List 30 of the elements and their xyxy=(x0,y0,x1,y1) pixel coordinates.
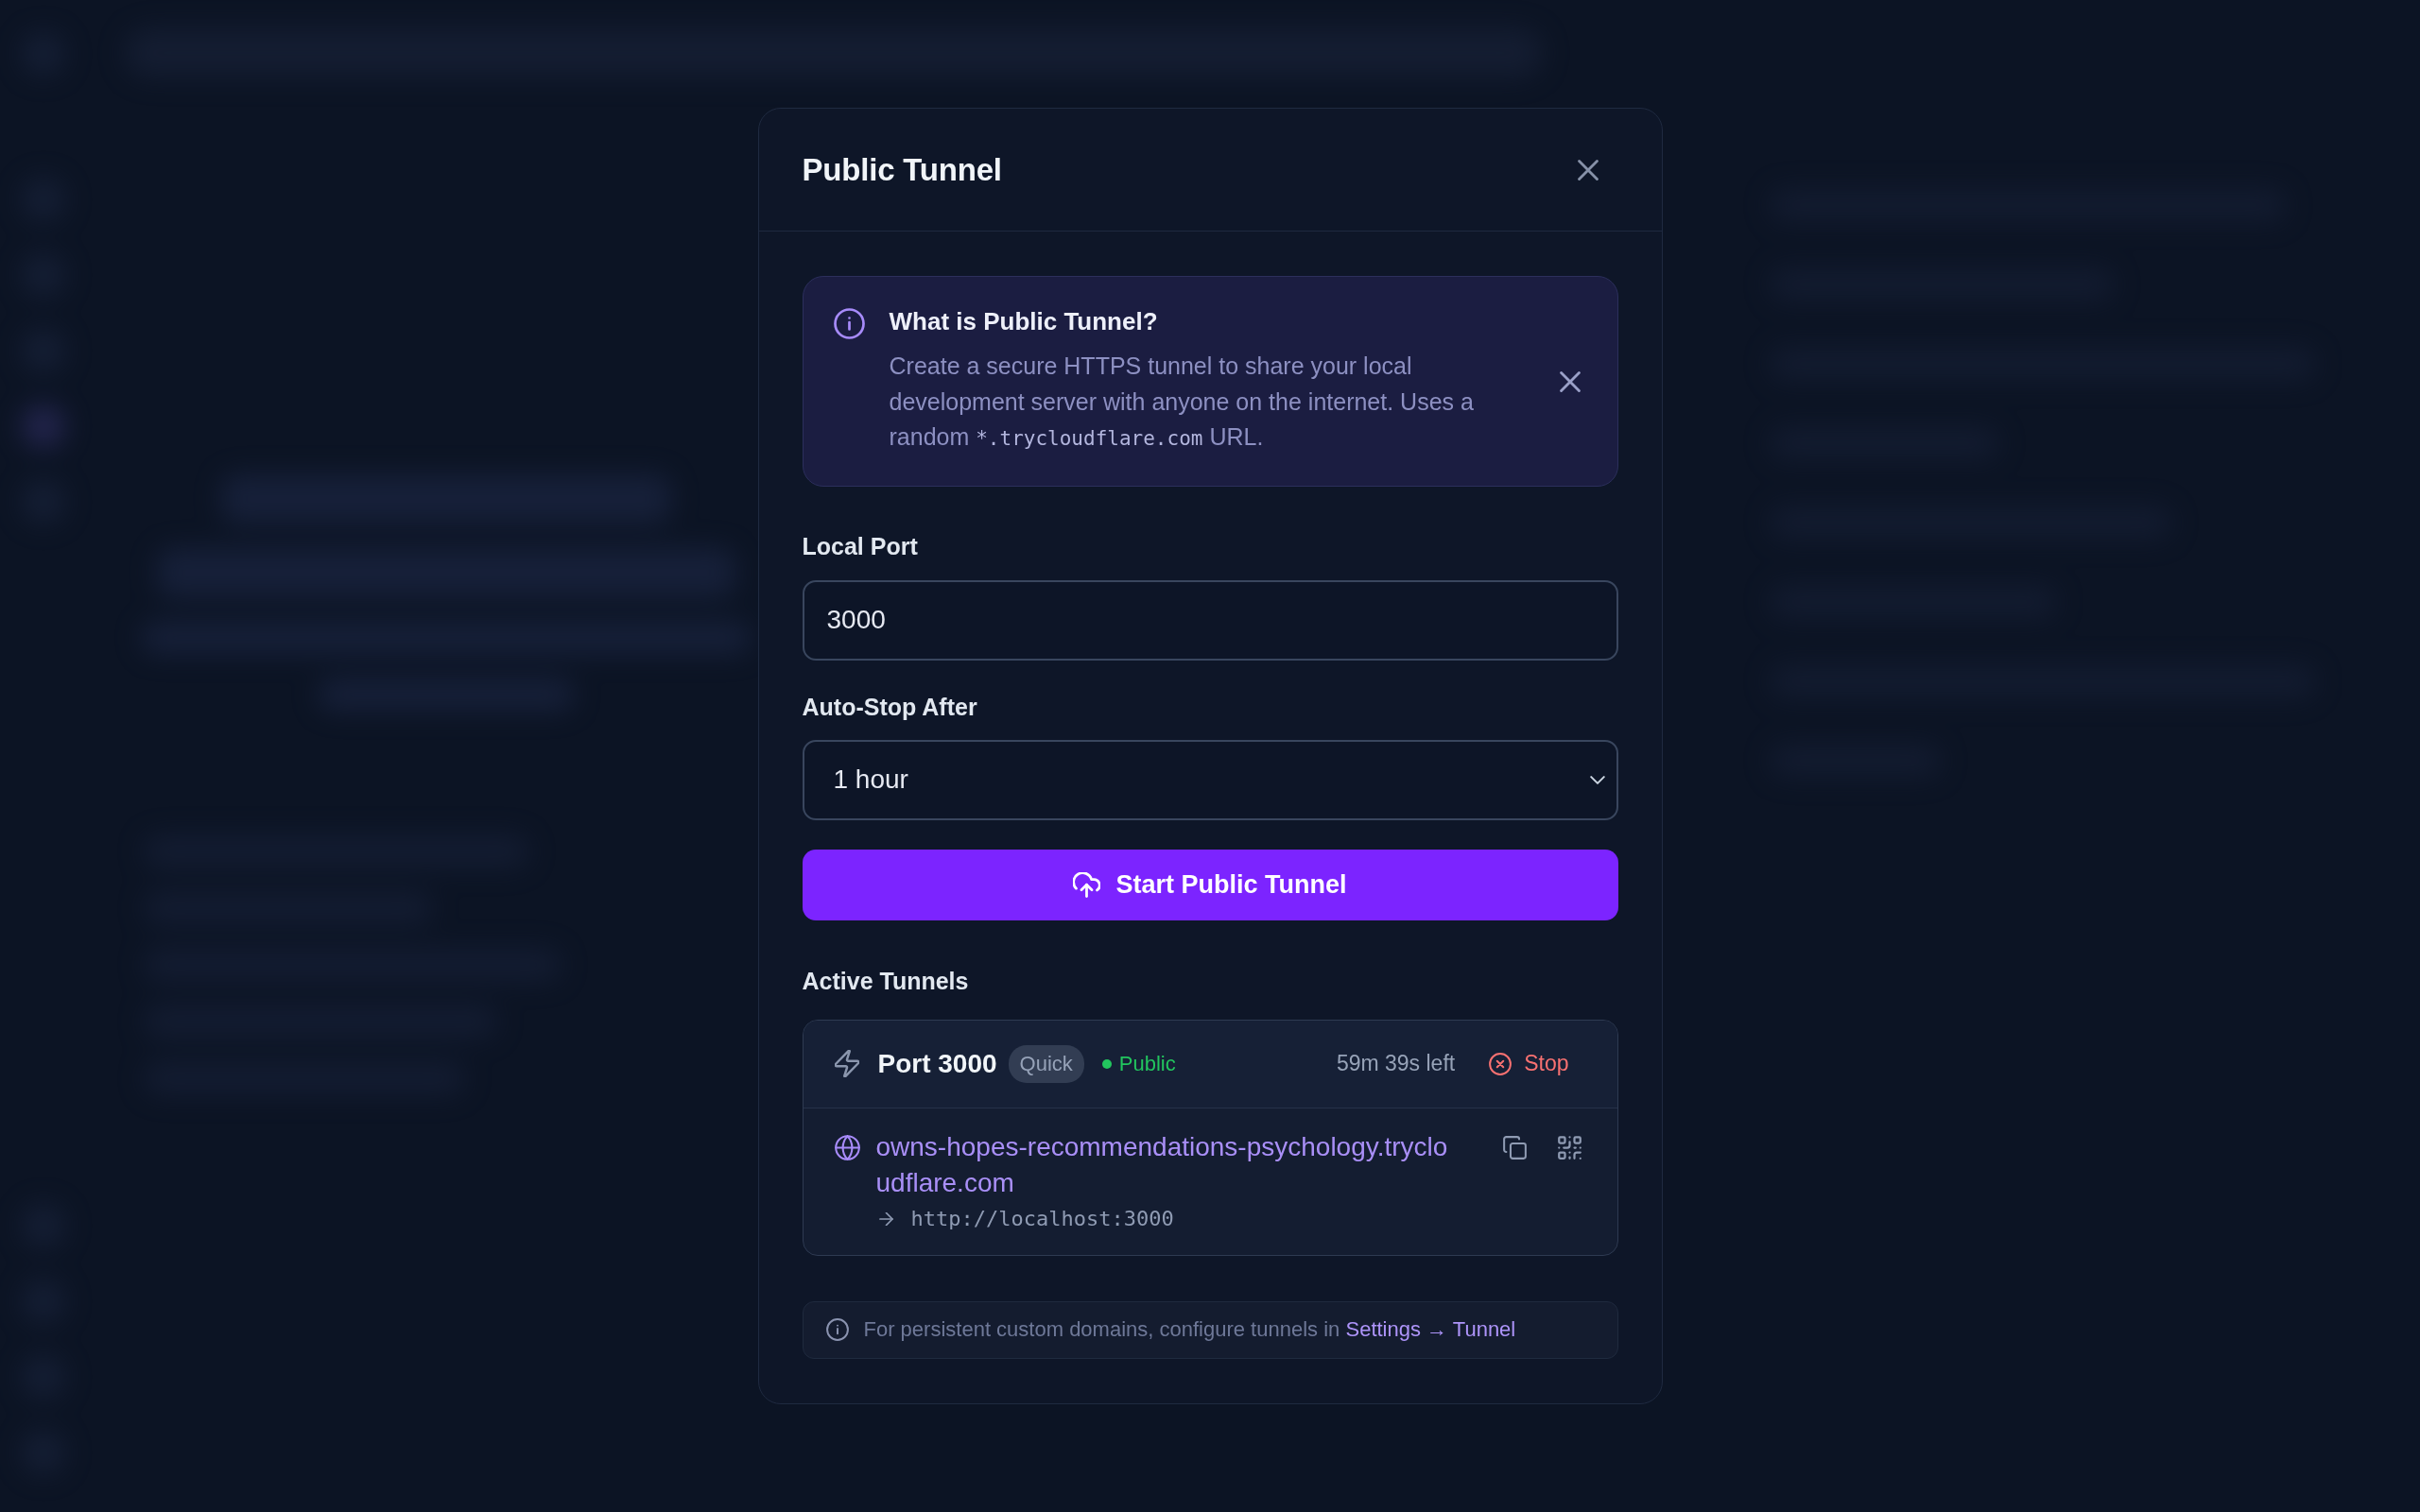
section-heading: Active Tunnels xyxy=(802,966,970,996)
port-input[interactable]: 3000 xyxy=(802,579,1618,661)
close-icon xyxy=(1559,370,1581,392)
settings-link[interactable]: Settings → Tunnel xyxy=(1345,1317,1516,1342)
public-url-link[interactable]: owns-hopes-recommendations-psychology.trycloudflare.com xyxy=(875,1128,1455,1201)
tunnel-type-badge: Quick xyxy=(1008,1044,1084,1083)
arrow-right-icon xyxy=(878,1211,893,1226)
tunnel-name: Port 3000 xyxy=(877,1048,997,1079)
copy-icon xyxy=(1503,1136,1527,1160)
dropdown-select[interactable]: 1 hour xyxy=(802,739,1618,820)
field-label: Local Port xyxy=(802,531,919,561)
banner-title: What is Public Tunnel? xyxy=(889,306,1159,338)
status-label: Public xyxy=(1118,1051,1176,1076)
circle-x-icon xyxy=(1489,1052,1512,1075)
stop-button[interactable]: Stop xyxy=(1478,1045,1581,1083)
dialog-title: Public Tunnel xyxy=(802,151,1002,188)
cloud-upload-icon xyxy=(1073,871,1101,898)
note-text: For persistent custom domains, configure tunnels in Settings → Tunnel xyxy=(863,1317,1516,1343)
field-label: Auto-Stop After xyxy=(802,692,978,722)
info-icon xyxy=(825,1318,849,1342)
info-icon xyxy=(833,308,865,340)
banner-description: Create a secure HTTPS tunnel to share your local development server with anyone on the internet. Uses a random *.trycloudflare.com URL. xyxy=(889,352,1475,453)
start-tunnel-button[interactable]: Start Public Tunnel xyxy=(802,849,1618,920)
time-remaining: 59m 39s left xyxy=(1336,1051,1456,1077)
globe-icon xyxy=(834,1134,860,1160)
close-icon xyxy=(1577,159,1599,180)
chevron-down-icon xyxy=(1589,775,1605,784)
qr-code-icon xyxy=(1558,1136,1582,1160)
lightning-bolt-icon xyxy=(834,1050,859,1078)
local-target-address: http://localhost:3000 xyxy=(910,1207,1174,1231)
